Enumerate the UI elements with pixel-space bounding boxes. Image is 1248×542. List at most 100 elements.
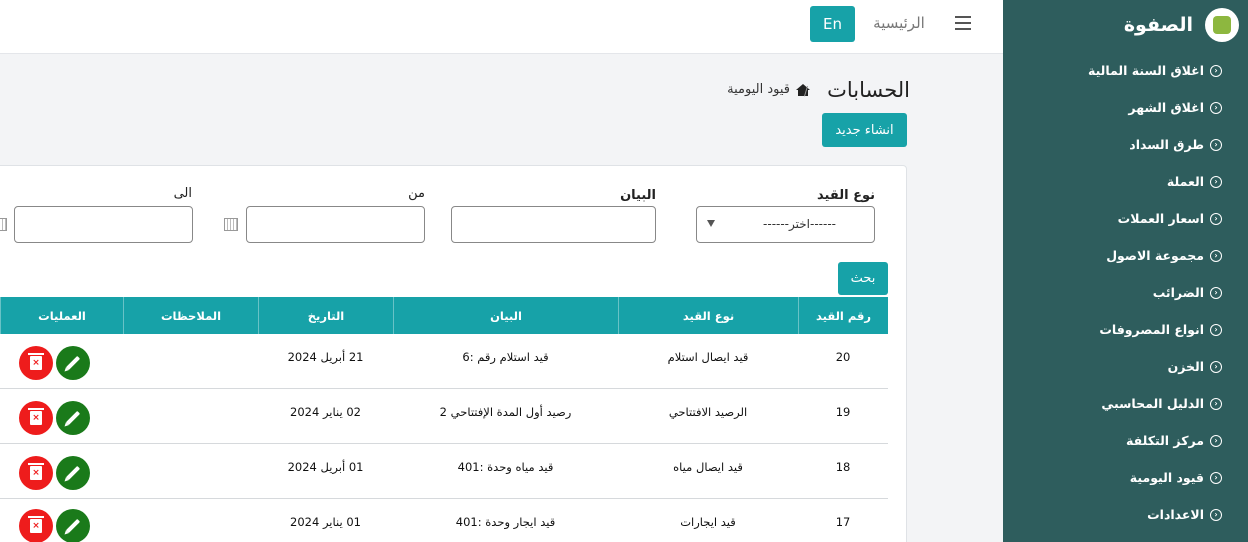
sidebar-item-label: قيود اليومية <box>1129 470 1204 485</box>
sidebar-item-label: الضرائب <box>1152 285 1204 300</box>
top-navbar: En الرئيسية <box>0 0 1003 54</box>
pencil-icon <box>65 410 81 426</box>
notes-cell <box>123 444 258 489</box>
calendar-icon[interactable] <box>0 218 7 231</box>
edit-button[interactable] <box>56 346 90 380</box>
chevron-left-icon: ‹ <box>1210 286 1222 299</box>
logo-mark-icon <box>1213 16 1231 34</box>
chevron-left-icon: ‹ <box>1210 101 1222 114</box>
breadcrumb-current: قيود اليومية <box>727 82 790 97</box>
sidebar-item-settings[interactable]: ‹ الاعدادات <box>1003 496 1248 533</box>
column-header-notes[interactable]: الملاحظات <box>123 297 258 334</box>
table-header: رقم القيد نوع القيد البيان التاريخ الملا… <box>0 297 888 334</box>
sidebar-item-label: انواع المصروفات <box>1099 322 1204 337</box>
trash-icon: × <box>28 463 44 480</box>
entry-type-cell: الرصيد الافتتاحي <box>668 404 748 419</box>
column-header-operations: العمليات <box>0 297 123 334</box>
chevron-left-icon: ‹ <box>1210 138 1222 151</box>
edit-button[interactable] <box>56 401 90 435</box>
trash-icon: × <box>28 408 44 425</box>
brand[interactable]: الصفوة <box>1003 0 1248 50</box>
entry-no-cell: 17 <box>835 514 851 529</box>
sidebar-item-cost-center[interactable]: ‹ مركز التكلفة <box>1003 422 1248 459</box>
entry-no-cell: 18 <box>835 459 851 474</box>
entry-type-label: نوع القيد <box>817 188 875 203</box>
delete-button[interactable]: × <box>19 401 53 435</box>
sidebar-item-label: الخزن <box>1167 359 1204 374</box>
date-cell: 02 يناير 2024 <box>290 404 361 419</box>
sidebar-item-month-close[interactable]: ‹ اغلاق الشهر <box>1003 89 1248 126</box>
sidebar-item-fiscal-year-close[interactable]: ‹ اغلاق السنة المالية <box>1003 52 1248 89</box>
sidebar-item-label: الاعدادات <box>1147 507 1204 522</box>
date-cell: 01 أبريل 2024 <box>287 459 364 474</box>
column-header-date[interactable]: التاريخ <box>258 297 393 334</box>
sidebar-item-label: طرق السداد <box>1129 137 1204 152</box>
to-date-input[interactable] <box>14 206 193 243</box>
table-row: 20 قيد ايصال استلام قيد استلام رقم :6 21… <box>0 334 888 389</box>
sidebar-item-label: مجموعة الاصول <box>1106 248 1204 263</box>
notes-cell <box>123 334 258 379</box>
search-button[interactable]: بحث <box>838 262 888 295</box>
column-header-statement[interactable]: البيان <box>393 297 618 334</box>
page-title: الحسابات <box>827 78 910 102</box>
sidebar-item-chart-of-accounts[interactable]: ‹ الدليل المحاسبي <box>1003 385 1248 422</box>
breadcrumb-separator: / <box>804 84 809 98</box>
sidebar-menu: ‹ اغلاق السنة المالية ‹ اغلاق الشهر ‹ طرق ا… <box>1003 52 1248 533</box>
statement-cell: قيد ايجار وحدة :401 <box>455 514 556 529</box>
pencil-icon <box>65 518 81 534</box>
column-header-entry-type[interactable]: نوع القيد <box>618 297 798 334</box>
dropdown-caret-icon <box>707 220 715 227</box>
edit-button[interactable] <box>56 509 90 542</box>
delete-button[interactable]: × <box>19 456 53 490</box>
calendar-icon[interactable] <box>224 218 238 231</box>
sidebar-item-expense-types[interactable]: ‹ انواع المصروفات <box>1003 311 1248 348</box>
sidebar: الصفوة ‹ اغلاق السنة المالية ‹ اغلاق الشهر… <box>1003 0 1248 542</box>
brand-title: الصفوة <box>1123 14 1193 36</box>
column-header-entry-no[interactable]: رقم القيد <box>798 297 888 334</box>
date-cell: 21 أبريل 2024 <box>287 349 364 364</box>
chevron-left-icon: ‹ <box>1210 471 1222 484</box>
sidebar-item-treasuries[interactable]: ‹ الخزن <box>1003 348 1248 385</box>
pencil-icon <box>65 355 81 371</box>
entry-type-cell: قيد ايصال مياه <box>673 459 743 474</box>
edit-button[interactable] <box>56 456 90 490</box>
sidebar-item-label: اغلاق الشهر <box>1128 100 1204 115</box>
sidebar-item-label: العملة <box>1166 174 1204 189</box>
sidebar-item-exchange-rates[interactable]: ‹ اسعار العملات <box>1003 200 1248 237</box>
from-date-input[interactable] <box>246 206 425 243</box>
entry-type-select[interactable]: ------اختر------ <box>696 206 875 243</box>
sidebar-item-payment-methods[interactable]: ‹ طرق السداد <box>1003 126 1248 163</box>
entry-type-select-value: ------اختر------ <box>763 217 836 231</box>
home-link[interactable]: الرئيسية <box>864 14 934 32</box>
trash-icon: × <box>28 516 44 533</box>
sidebar-item-taxes[interactable]: ‹ الضرائب <box>1003 274 1248 311</box>
table-row: 19 الرصيد الافتتاحي رصيد أول المدة الإفت… <box>0 389 888 444</box>
hamburger-menu-icon[interactable] <box>955 16 971 30</box>
app-root: En الرئيسية الصفوة ‹ اغلاق السنة المالية … <box>0 0 1248 542</box>
language-toggle-button[interactable]: En <box>810 6 855 42</box>
to-date-label: الى <box>173 186 192 201</box>
breadcrumb: قيود اليومية <box>700 82 810 97</box>
trash-icon: × <box>28 353 44 370</box>
sidebar-item-asset-groups[interactable]: ‹ مجموعة الاصول <box>1003 237 1248 274</box>
chevron-left-icon: ‹ <box>1210 212 1222 225</box>
statement-input[interactable] <box>451 206 656 243</box>
chevron-left-icon: ‹ <box>1210 397 1222 410</box>
delete-button[interactable]: × <box>19 509 53 542</box>
notes-cell <box>123 389 258 434</box>
chevron-left-icon: ‹ <box>1210 360 1222 373</box>
table-row: 18 قيد ايصال مياه قيد مياه وحدة :401 01 … <box>0 444 888 499</box>
delete-button[interactable]: × <box>19 346 53 380</box>
sidebar-item-currency[interactable]: ‹ العملة <box>1003 163 1248 200</box>
chevron-left-icon: ‹ <box>1210 249 1222 262</box>
pencil-icon <box>65 465 81 481</box>
sidebar-item-journal-entries[interactable]: ‹ قيود اليومية <box>1003 459 1248 496</box>
create-new-button[interactable]: انشاء جديد <box>822 113 907 147</box>
sidebar-item-label: اغلاق السنة المالية <box>1087 63 1204 78</box>
entry-type-cell: قيد ايصال استلام <box>667 349 749 364</box>
statement-label: البيان <box>620 188 656 203</box>
chevron-left-icon: ‹ <box>1210 508 1222 521</box>
sidebar-item-label: مركز التكلفة <box>1126 433 1204 448</box>
from-date-label: من <box>408 186 425 201</box>
sidebar-item-label: اسعار العملات <box>1117 211 1204 226</box>
